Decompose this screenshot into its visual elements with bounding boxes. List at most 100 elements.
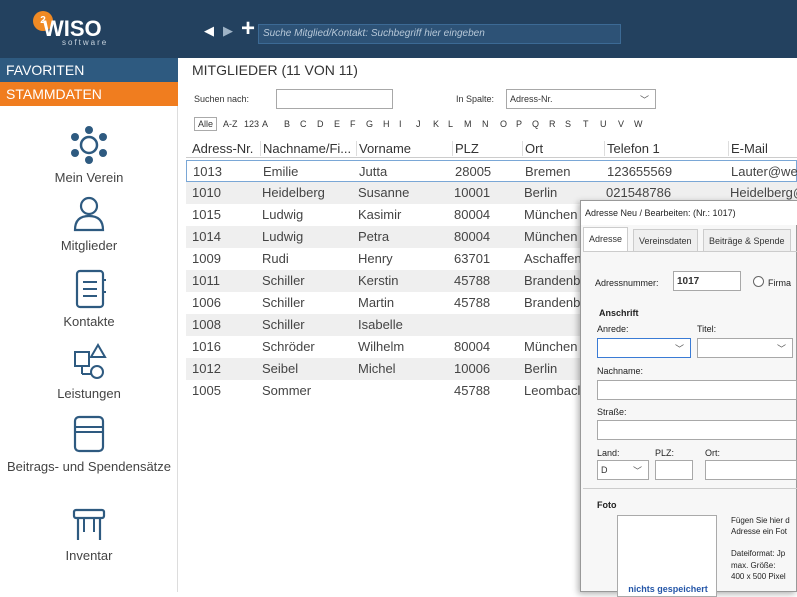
alpha-all-button[interactable]: Alle: [194, 117, 218, 131]
plz-field[interactable]: [655, 460, 693, 480]
alpha-filter-button[interactable]: Q: [532, 119, 539, 129]
table-cell: Brandenb: [524, 295, 581, 310]
column-label: In Spalte:: [456, 94, 495, 104]
adressnummer-field[interactable]: 1017: [673, 271, 741, 291]
adressnummer-label: Adressnummer:: [595, 278, 659, 288]
table-cell: 63701: [454, 251, 491, 266]
ort-label: Ort:: [705, 448, 720, 458]
column-header[interactable]: Nachname/Fi...: [260, 141, 351, 156]
strasse-label: Straße:: [597, 407, 627, 417]
alpha-filter-button[interactable]: J: [416, 119, 421, 129]
alpha-filter-button[interactable]: B: [284, 119, 290, 129]
add-plus-icon[interactable]: +: [241, 17, 255, 41]
anrede-label: Anrede:: [597, 324, 629, 334]
alpha-filter-button[interactable]: W: [634, 119, 643, 129]
table-cell: Schiller: [262, 317, 305, 332]
sidebar-stammdaten[interactable]: STAMMDATEN: [0, 82, 178, 106]
sidebar-item-inventar[interactable]: Inventar: [0, 504, 178, 563]
forward-arrow-icon[interactable]: ▶: [223, 23, 233, 39]
address-dialog: Adresse Neu / Bearbeiten: (Nr.: 1017) Ad…: [580, 200, 797, 597]
sidebar-item-label: Leistungen: [57, 386, 121, 401]
table-cell: Michel: [358, 361, 396, 376]
sidebar-item-beitragssaetze[interactable]: Beitrags- und Spendensätze: [0, 413, 178, 475]
alpha-filter-button[interactable]: H: [383, 119, 390, 129]
member-search-input[interactable]: [276, 89, 393, 109]
sidebar-item-label: Mein Verein: [54, 170, 124, 185]
alpha-filter-button[interactable]: A-Z: [223, 119, 238, 129]
table-cell: Berlin: [524, 361, 558, 376]
table-cell: 1016: [192, 339, 221, 354]
column-header[interactable]: Ort: [522, 141, 543, 156]
table-cell: 1005: [192, 383, 221, 398]
table-cell: 1012: [192, 361, 221, 376]
alpha-filter-button[interactable]: G: [366, 119, 373, 129]
column-header[interactable]: Adress-Nr.: [190, 141, 253, 156]
alpha-filter-button[interactable]: F: [350, 119, 356, 129]
sidebar-item-label: Inventar: [65, 548, 113, 563]
alpha-filter-button[interactable]: S: [565, 119, 571, 129]
alpha-filter-button[interactable]: P: [516, 119, 522, 129]
column-select[interactable]: Adress-Nr. ﹀: [506, 89, 656, 109]
back-arrow-icon[interactable]: ◀: [204, 23, 214, 39]
table-cell: 1015: [192, 207, 221, 222]
tab-beitraege[interactable]: Beiträge & Spende: [703, 229, 791, 251]
table-row[interactable]: 1013 Emilie Jutta 28005 Bremen 123655569 Laute…: [186, 160, 797, 182]
firma-radio[interactable]: [753, 276, 764, 287]
table-cell: 1006: [192, 295, 221, 310]
sidebar-item-mitglieder[interactable]: Mitglieder: [0, 194, 178, 253]
foto-size: max. Größe:: [731, 561, 776, 570]
titel-select[interactable]: ﹀: [697, 338, 793, 358]
alpha-filter-button[interactable]: N: [482, 119, 489, 129]
alpha-filter-button[interactable]: U: [600, 119, 607, 129]
table-cell: Rudi: [262, 251, 289, 266]
table-cell: 80004: [454, 229, 491, 244]
divider: [583, 488, 797, 489]
alpha-filter-button[interactable]: 123: [244, 119, 259, 129]
strasse-field[interactable]: [597, 420, 797, 440]
table-cell: 1013: [193, 164, 222, 179]
anschrift-heading: Anschrift: [599, 308, 639, 318]
land-select[interactable]: D ﹀: [597, 460, 649, 480]
table-cell: München: [524, 207, 578, 222]
alpha-filter-button[interactable]: L: [448, 119, 453, 129]
photo-empty-label: nichts gespeichert: [628, 584, 708, 594]
alpha-filter-button[interactable]: T: [583, 119, 589, 129]
column-header[interactable]: Vorname: [356, 141, 411, 156]
table-cell: 1014: [192, 229, 221, 244]
filter-row: Suchen nach: In Spalte: Adress-Nr. ﹀: [186, 88, 797, 112]
column-header[interactable]: Telefon 1: [604, 141, 660, 156]
alpha-filter-button[interactable]: R: [549, 119, 556, 129]
table-cell: Kasimir: [358, 207, 402, 222]
tab-vereinsdaten[interactable]: Vereinsdaten: [633, 229, 698, 251]
ort-field[interactable]: [705, 460, 797, 480]
photo-placeholder[interactable]: nichts gespeichert: [617, 515, 717, 597]
nachname-field[interactable]: [597, 380, 797, 400]
alpha-filter-button[interactable]: I: [399, 119, 402, 129]
table-cell: 1011: [192, 273, 220, 288]
table-cell: Berlin: [524, 185, 558, 200]
sidebar-item-leistungen[interactable]: Leistungen: [0, 342, 178, 401]
table-cell: Brandenb: [524, 273, 581, 288]
land-value: D: [601, 465, 608, 475]
sidebar-favoriten[interactable]: FAVORITEN: [0, 58, 178, 82]
contact-book-icon: [75, 269, 106, 309]
sidebar-item-label: Mitglieder: [60, 238, 118, 253]
alpha-filter-button[interactable]: M: [464, 119, 472, 129]
tab-adresse[interactable]: Adresse: [583, 227, 629, 251]
global-search-input[interactable]: Suche Mitglied/Kontakt: Suchbegriff hier…: [258, 24, 621, 44]
alpha-filter-button[interactable]: V: [618, 119, 624, 129]
sidebar-item-mein-verein[interactable]: Mein Verein: [0, 124, 178, 185]
alpha-filter-button[interactable]: D: [317, 119, 324, 129]
alpha-filter-button[interactable]: C: [300, 119, 307, 129]
column-header[interactable]: PLZ: [452, 141, 479, 156]
anrede-select[interactable]: ﹀: [597, 338, 691, 358]
column-select-value: Adress-Nr.: [510, 94, 553, 104]
alpha-filter-button[interactable]: K: [433, 119, 439, 129]
alpha-filter-button[interactable]: O: [500, 119, 507, 129]
alpha-filter-button[interactable]: E: [334, 119, 340, 129]
column-header[interactable]: E-Mail: [728, 141, 768, 156]
plz-label: PLZ:: [655, 448, 675, 458]
alpha-filter-button[interactable]: A: [262, 119, 268, 129]
sidebar-item-kontakte[interactable]: Kontakte: [0, 268, 178, 329]
table-cell: München: [524, 339, 578, 354]
